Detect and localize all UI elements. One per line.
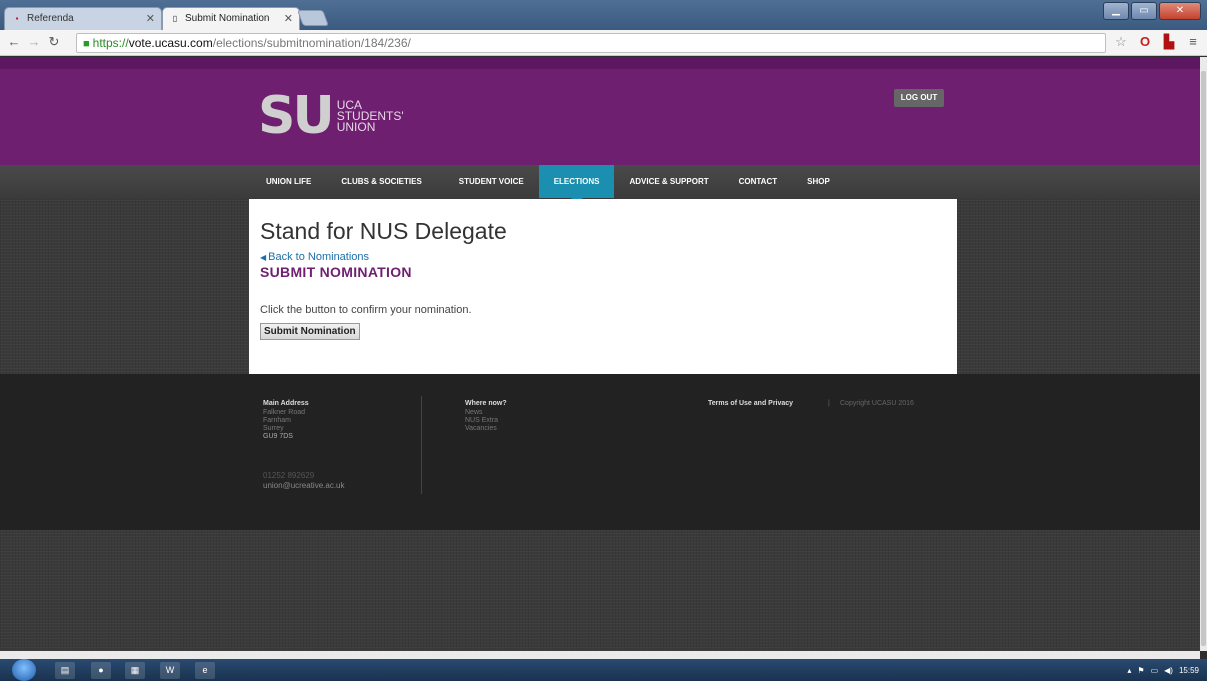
site-footer: Main Address Falkner Road Farnham Surrey… [0, 374, 1200, 530]
footer-link-vacancies[interactable]: Vacancies [465, 425, 507, 433]
start-button[interactable] [12, 659, 36, 681]
star-bookmark-icon[interactable]: ☆ [1113, 34, 1129, 50]
site-logo[interactable]: SU UCA STUDENTS' UNION [258, 90, 404, 142]
explorer-icon[interactable]: ▤ [55, 662, 75, 679]
footer-phone: 01252 892629 [263, 471, 315, 480]
footer-address-heading: Main Address [263, 400, 309, 407]
back-to-nominations-link[interactable]: ◀ Back to Nominations [260, 251, 946, 264]
instruction-text: Click the button to confirm your nominat… [260, 304, 472, 316]
footer-separator: | [828, 400, 830, 407]
footer-divider [421, 396, 422, 494]
copyright-text: Copyright UCASU 2016 [840, 400, 914, 407]
nav-item-union-life[interactable]: UNION LIFE [258, 165, 326, 198]
address-line: Farnham [263, 417, 292, 424]
close-tab-icon[interactable]: ✕ [146, 8, 155, 30]
clock[interactable]: 15:59 [1179, 666, 1199, 675]
address-line: GU9 7DS [263, 433, 293, 440]
menu-icon[interactable]: ≡ [1185, 34, 1201, 50]
tab-title: Submit Nomination [185, 13, 270, 24]
nav-item-advice-support[interactable]: ADVICE & SUPPORT [614, 165, 723, 198]
scrollbar-thumb[interactable] [1201, 71, 1206, 646]
tab-referenda[interactable]: ▪ Referenda ✕ [4, 7, 162, 30]
maximize-button[interactable]: ▭ [1131, 2, 1157, 20]
logout-button[interactable]: LOG OUT [894, 89, 944, 107]
url-scheme: https:// [92, 36, 129, 50]
tab-submit-nomination[interactable]: ▯ Submit Nomination ✕ [162, 7, 300, 30]
nav-item-shop[interactable]: SHOP [792, 165, 845, 198]
minimize-button[interactable]: ▁ [1103, 2, 1129, 20]
main-content: Stand for NUS Delegate ◀ Back to Nominati… [249, 199, 957, 374]
forward-arrow-icon[interactable]: → [26, 34, 42, 50]
terms-link[interactable]: Terms of Use and Privacy [708, 400, 793, 408]
ras-favicon-icon: ▪ [15, 14, 19, 23]
vertical-scrollbar[interactable] [1200, 57, 1207, 651]
network-icon[interactable]: ▭ [1151, 666, 1159, 675]
page-title: Stand for NUS Delegate [260, 218, 507, 244]
new-tab-button[interactable] [297, 10, 329, 26]
page-icon: ▯ [172, 14, 178, 23]
footer-where-heading: Where now? [465, 400, 507, 407]
site-header: SU UCA STUDENTS' UNION [0, 57, 1200, 165]
volume-icon[interactable]: ◀) [1164, 666, 1173, 675]
footer-address: Main Address Falkner Road Farnham Surrey… [263, 400, 309, 441]
back-link-label: Back to Nominations [268, 251, 370, 263]
section-heading: SUBMIT NOMINATION [260, 264, 412, 280]
nav-item-contact[interactable]: CONTACT [724, 165, 793, 198]
browser-tab-strip: ▪ Referenda ✕ ▯ Submit Nomination ✕ ▁ ▭ … [0, 0, 1207, 30]
reload-icon[interactable]: ↻ [46, 34, 62, 50]
browser-toolbar: ← → ↻ ■ https://vote.ucasu.com/elections/… [0, 30, 1207, 56]
logo-wordmark: UCA STUDENTS' UNION [336, 99, 404, 134]
ie-icon[interactable]: e [195, 662, 215, 679]
word-icon[interactable]: W [160, 662, 180, 679]
files-icon[interactable]: ▦ [125, 662, 145, 679]
address-line: Falkner Road [263, 409, 306, 416]
close-window-button[interactable]: ✕ [1159, 2, 1201, 20]
tab-title: Referenda [27, 13, 74, 24]
opera-extension-icon[interactable]: O [1137, 34, 1153, 50]
horizontal-scrollbar[interactable] [0, 651, 1200, 659]
web-page: SU UCA STUDENTS' UNION LOG OUT UNION LIF… [0, 57, 1200, 651]
url-host: vote.ucasu.com [128, 36, 213, 50]
flag-icon[interactable]: ⚑ [1137, 666, 1144, 675]
window-controls: ▁ ▭ ✕ [1103, 2, 1201, 20]
nav-item-elections[interactable]: ELECTIONS [538, 165, 615, 204]
nav-item-student-voice[interactable]: STUDENT VOICE [437, 165, 539, 198]
windows-taskbar: ▤ ● ▦ W e ▴ ⚑ ▭ ◀) 15:59 [0, 659, 1207, 681]
footer-link-news[interactable]: News [465, 409, 507, 417]
address-line: Surrey [263, 425, 284, 432]
toolbar-extensions: ☆ O ▙ ≡ [1113, 34, 1201, 50]
submit-nomination-button[interactable]: Submit Nomination [260, 323, 360, 340]
back-arrow-icon: ◀ [260, 253, 267, 262]
url-path: /elections/submitnomination/184/236/ [212, 36, 411, 50]
lock-icon: ■ [83, 38, 90, 50]
chrome-icon[interactable]: ● [91, 662, 111, 679]
pdf-extension-icon[interactable]: ▙ [1161, 34, 1177, 50]
logo-line: UNION [336, 119, 376, 134]
logo-mark: SU [258, 86, 335, 146]
nav-item-clubs-societies[interactable]: CLUBS & SOCIETIES [326, 165, 436, 198]
footer-where-now: Where now? News NUS Extra Vacancies [465, 400, 507, 433]
close-tab-icon[interactable]: ✕ [284, 8, 293, 30]
address-bar[interactable]: ■ https://vote.ucasu.com/elections/submit… [76, 33, 1106, 53]
footer-link-nus-extra[interactable]: NUS Extra [465, 417, 507, 425]
system-tray: ▴ ⚑ ▭ ◀) 15:59 [1127, 659, 1199, 681]
tray-arrow-icon[interactable]: ▴ [1127, 666, 1131, 675]
footer-email[interactable]: union@ucreative.ac.uk [263, 481, 345, 491]
back-arrow-icon[interactable]: ← [6, 34, 22, 50]
main-nav: UNION LIFE CLUBS & SOCIETIES STUDENT VOI… [0, 165, 1200, 204]
